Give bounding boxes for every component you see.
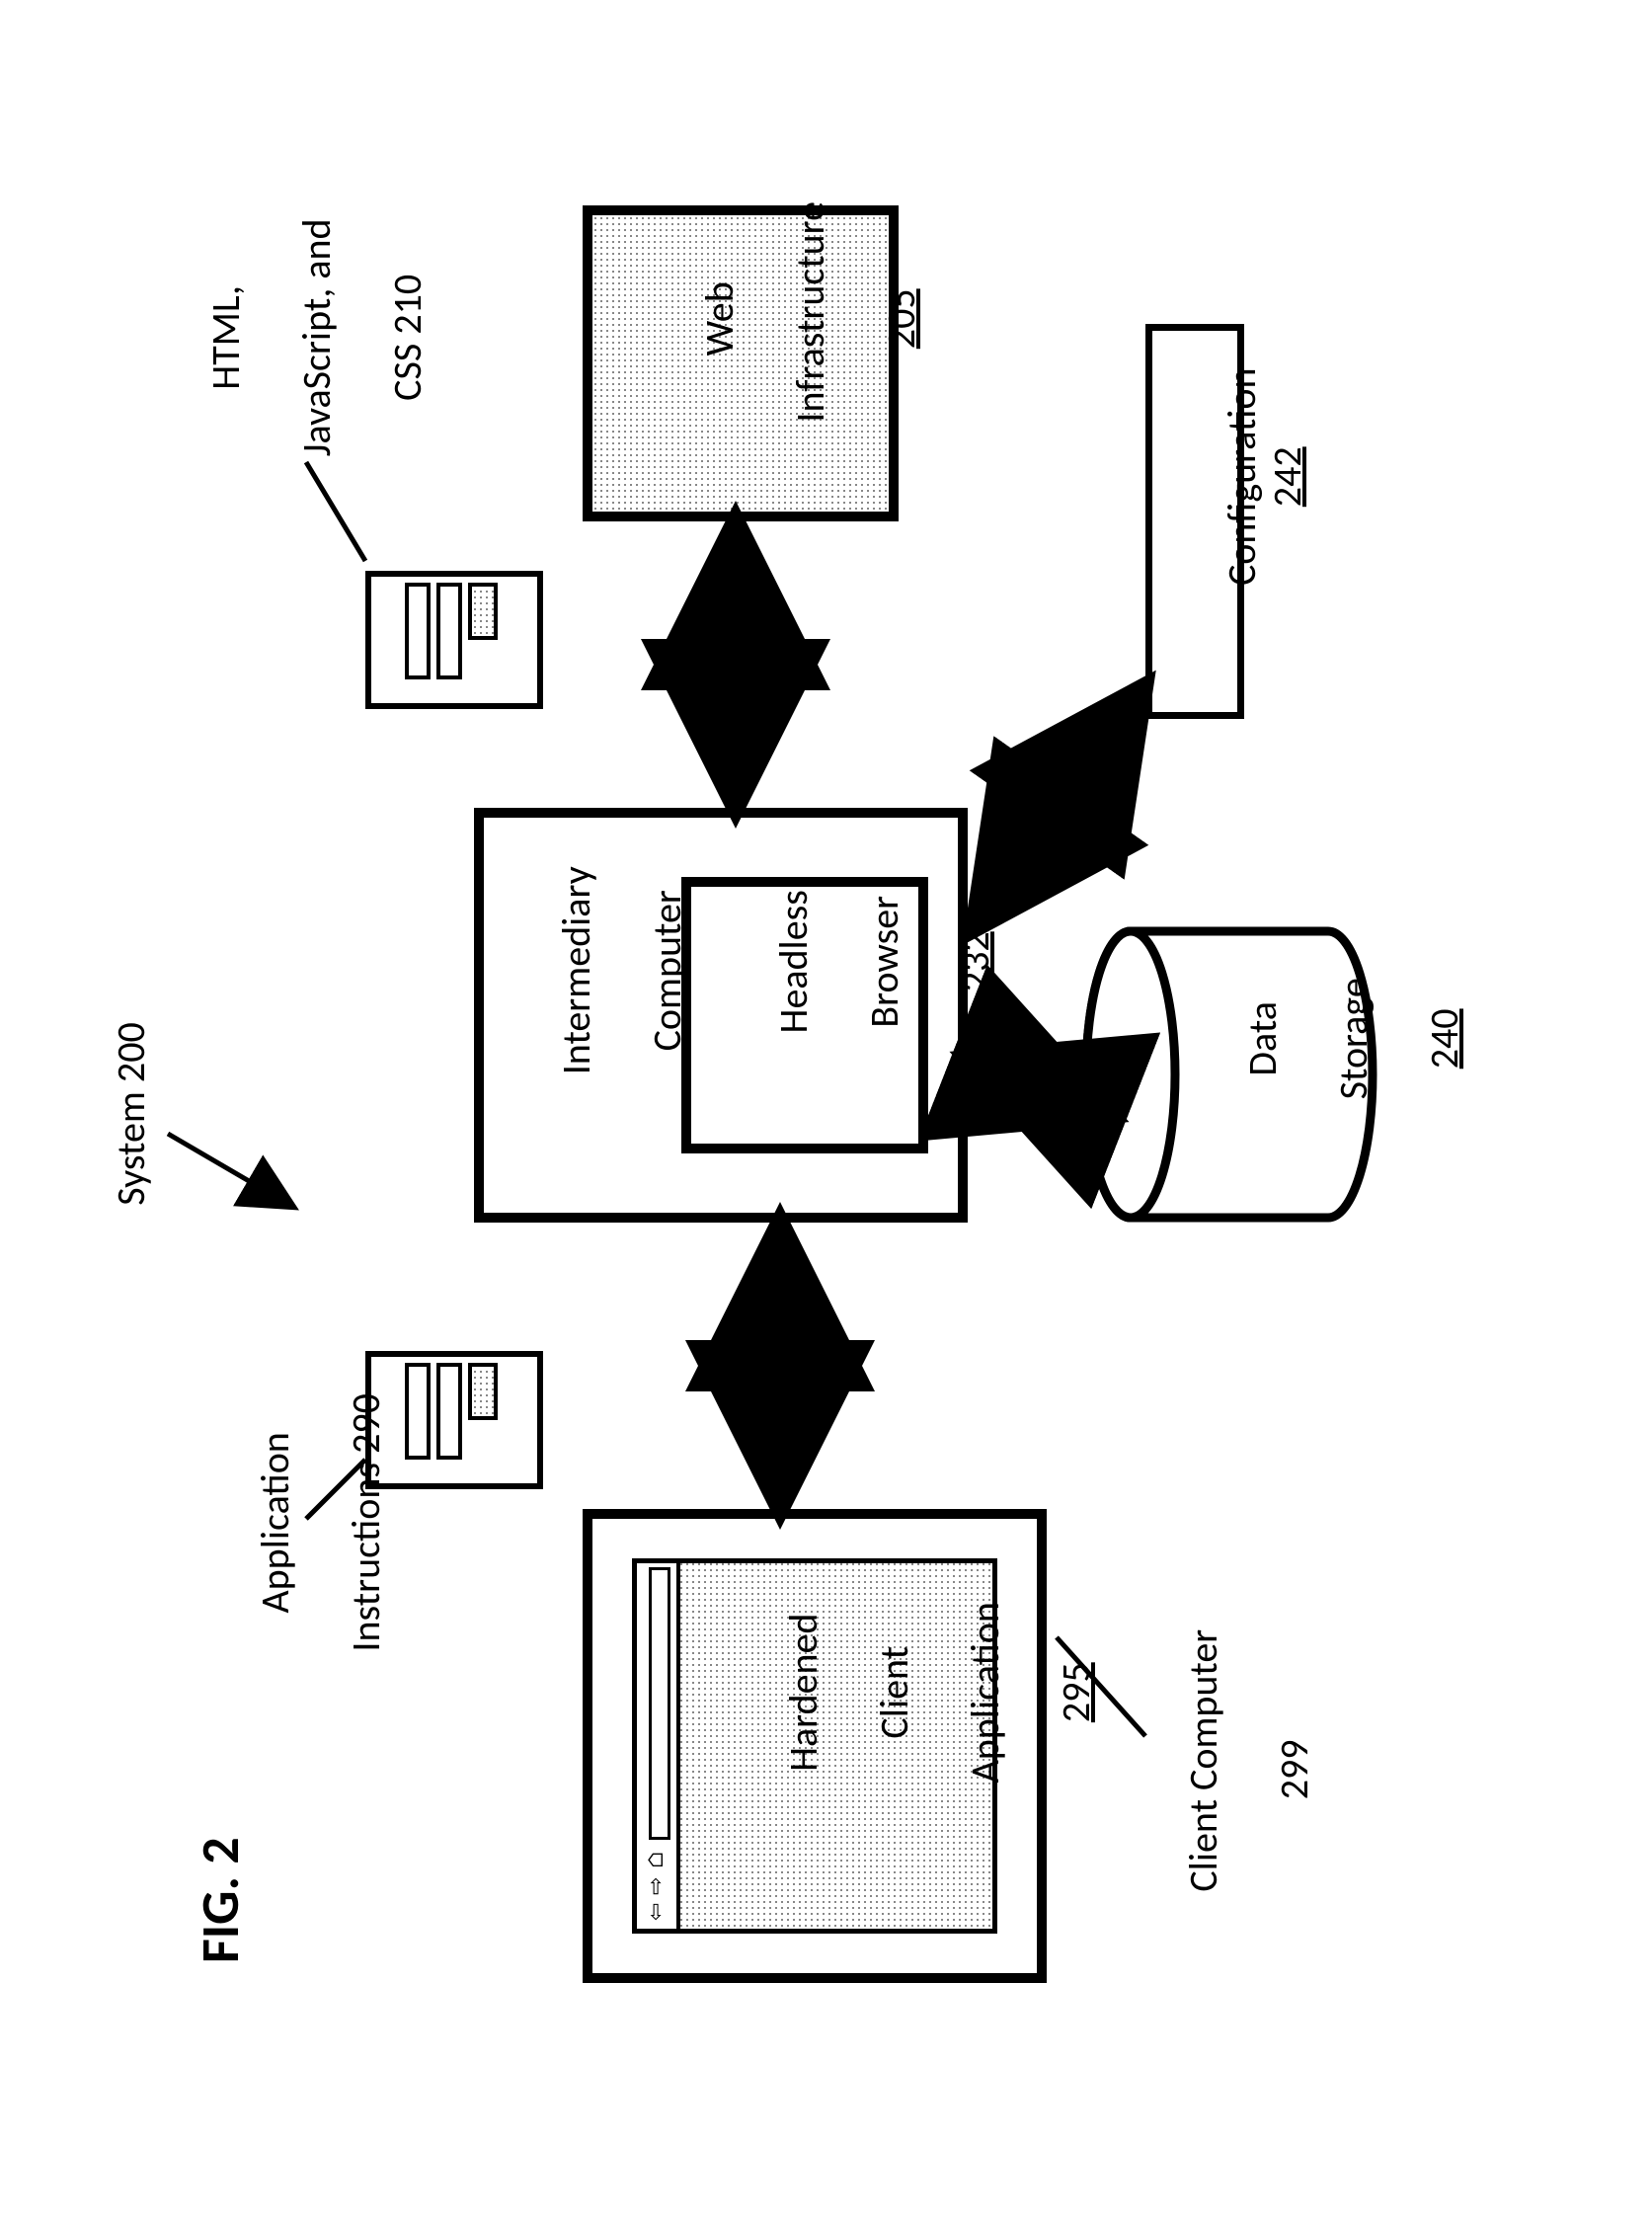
page: FIG. 2 System 200 ⇦ [0,0,1652,2220]
diagram-stage: FIG. 2 System 200 ⇦ [0,0,1652,2220]
connectors [0,0,1652,2220]
